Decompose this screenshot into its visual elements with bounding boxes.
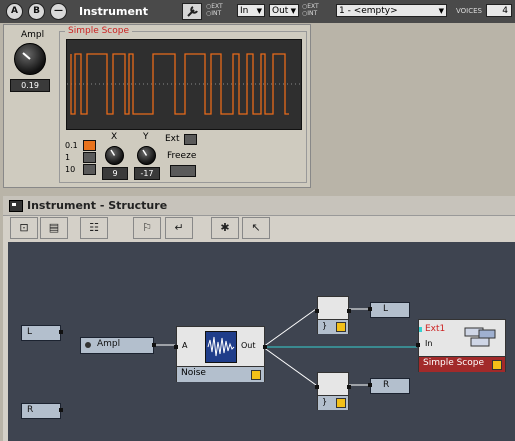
structure-titlebar: Instrument - Structure <box>3 196 515 216</box>
collapse-button[interactable]: — <box>50 3 67 20</box>
out-source-toggle[interactable]: ○EXT ○INT <box>302 3 319 17</box>
snapshot-b-button[interactable]: B <box>28 3 45 20</box>
y-value: -17 <box>134 167 160 180</box>
instrument-panel: Ampl 0.19 Simple Scope 0.1 1 10 X 9 Y -1… <box>3 24 311 188</box>
freeze-button[interactable] <box>170 165 196 177</box>
structure-canvas[interactable]: L R Ampl A Out Noise}} L R Ext1 In Sim… <box>8 242 515 441</box>
module-status-indicator <box>251 370 261 380</box>
scope-in-input[interactable]: In <box>425 339 432 348</box>
in-select[interactable]: In ▼ <box>237 4 265 17</box>
out-select[interactable]: Out ▼ <box>269 4 299 17</box>
ampl-module[interactable]: Ampl <box>80 337 156 354</box>
input-port-r[interactable]: R <box>21 403 63 419</box>
simple-scope-module[interactable]: Ext1 In Simple Scope <box>416 319 506 372</box>
output-port-l[interactable]: L <box>368 302 410 318</box>
scope-display <box>66 39 302 130</box>
ampl-knob[interactable] <box>14 43 46 75</box>
camera-icon[interactable]: ⊡ <box>10 217 38 239</box>
structure-window-icon <box>9 200 23 212</box>
scope-module-icon <box>457 326 499 350</box>
instrument-title: Instrument <box>79 5 148 18</box>
noise-waveform-icon <box>205 331 237 363</box>
scope-ext-input[interactable]: Ext1 <box>425 324 445 334</box>
ampl-label: Ampl <box>21 30 45 40</box>
range-label-2: 10 <box>65 165 76 174</box>
output-port-r[interactable]: R <box>368 378 410 394</box>
voices-field[interactable]: 4 <box>486 4 512 17</box>
bracket-module-bottom[interactable]: } <box>315 372 351 410</box>
scope-module-footer: Simple Scope <box>419 356 505 372</box>
ext-option[interactable]: ○EXT <box>302 3 319 10</box>
bug-icon[interactable]: ✱ <box>211 217 239 239</box>
voices-label: VOICES <box>456 7 482 15</box>
ampl-value: 0.19 <box>10 79 50 92</box>
noise-module-name: Noise <box>181 368 206 378</box>
range-button-0[interactable] <box>83 140 96 151</box>
int-option[interactable]: ○INT <box>206 10 223 17</box>
int-option[interactable]: ○INT <box>302 10 319 17</box>
structure-toolbar: ⊡ ▤ ☷ ⚐ ↵ ✱ ↖ <box>6 217 515 240</box>
return-icon[interactable]: ↵ <box>165 217 193 239</box>
knob-icon <box>85 342 91 348</box>
flag-icon[interactable]: ⚐ <box>133 217 161 239</box>
instrument-toolbar: A B — Instrument ○EXT ○INT In ▼ Out ▼ ○EXT… <box>0 0 515 23</box>
ext-option[interactable]: ○EXT <box>206 3 223 10</box>
x-label: X <box>111 132 118 142</box>
x-knob[interactable] <box>105 146 124 165</box>
snapshot-a-button[interactable]: A <box>6 3 23 20</box>
scope-trace <box>67 53 301 115</box>
ext-input-marker <box>419 327 422 332</box>
structure-title: Instrument - Structure <box>27 199 168 212</box>
range-button-2[interactable] <box>83 164 96 175</box>
scope-title: Simple Scope <box>65 26 133 36</box>
pointer-info-icon[interactable]: ↖ <box>242 217 270 239</box>
noise-input-a[interactable]: A <box>182 341 187 350</box>
input-port-l[interactable]: L <box>21 325 63 341</box>
snapshot-select[interactable]: 1 - <empty> ▼ <box>336 4 447 17</box>
x-value: 9 <box>102 167 128 180</box>
chevron-down-icon: ▼ <box>256 7 262 15</box>
module-status-indicator <box>336 322 346 332</box>
open-folder-icon[interactable]: ▤ <box>40 217 68 239</box>
ext-label: Ext <box>165 134 180 144</box>
noise-module[interactable]: A Out Noise <box>174 326 267 382</box>
y-label: Y <box>143 132 149 142</box>
bracket-module-top[interactable]: } <box>315 296 351 334</box>
chevron-down-icon: ▼ <box>438 7 444 15</box>
module-status-indicator <box>492 360 502 370</box>
mixer-icon[interactable]: ☷ <box>80 217 108 239</box>
freeze-label: Freeze <box>167 151 197 161</box>
range-button-1[interactable] <box>83 152 96 163</box>
chevron-down-icon: ▼ <box>290 7 296 15</box>
wrench-icon[interactable] <box>182 3 202 20</box>
y-knob[interactable] <box>137 146 156 165</box>
module-status-indicator <box>336 398 346 408</box>
scope-module-name: Simple Scope <box>423 358 485 368</box>
range-label-0: 0.1 <box>65 141 78 150</box>
noise-module-footer: Noise <box>177 366 264 382</box>
in-source-toggle[interactable]: ○EXT ○INT <box>206 3 223 17</box>
noise-output-out[interactable]: Out <box>241 341 256 350</box>
structure-window: Instrument - Structure ⊡ ▤ ☷ ⚐ ↵ ✱ ↖ L R <box>3 196 515 441</box>
ext-button[interactable] <box>184 134 197 145</box>
range-label-1: 1 <box>65 153 71 162</box>
